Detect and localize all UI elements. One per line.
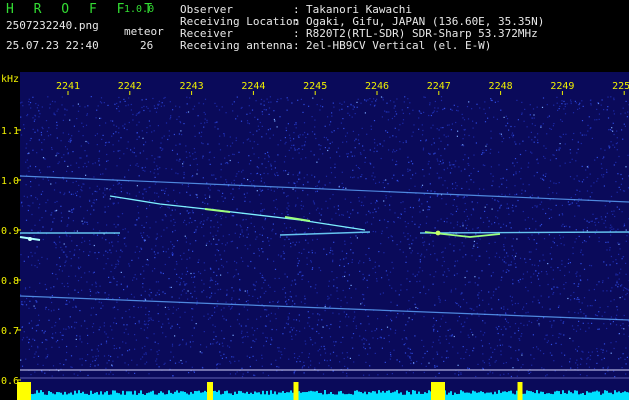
- freq-tick-label: 0.9: [1, 226, 19, 237]
- capture-date: 25.07.23 22:40: [6, 39, 99, 52]
- time-tick-label: 2243: [180, 81, 204, 92]
- time-tick-label: 2247: [427, 81, 451, 92]
- meteor-echo-point: [28, 237, 32, 241]
- info-colon: :: [293, 39, 300, 52]
- time-tick-label: 2249: [550, 81, 574, 92]
- info-label-antenna: Receiving antenna: [180, 39, 293, 52]
- meteor-echo-point: [435, 230, 441, 236]
- freq-tick-label: 0.8: [1, 276, 19, 287]
- time-tick-label: 2245: [303, 81, 327, 92]
- freq-axis: 1.1 1.0 0.9 0.8 0.7 0.6: [1, 126, 21, 387]
- freq-axis-unit: kHz: [1, 74, 19, 85]
- time-tick-label: 2241: [56, 81, 80, 92]
- freq-tick-label: 1.0: [1, 176, 19, 187]
- spectrogram: kHz 2241 2242 2243 2244 2245 2246 2247 2248 2249…: [1, 72, 629, 400]
- meteor-count: 26: [140, 39, 154, 52]
- time-tick-label: 2244: [241, 81, 265, 92]
- meteor-label: meteor: [124, 25, 164, 38]
- app-version: 1.0.0: [124, 4, 155, 15]
- file-name: 2507232240.png: [6, 19, 99, 32]
- time-tick-label: 2246: [365, 81, 389, 92]
- info-value-antenna: 2el-HB9CV Vertical (el. E-W): [306, 39, 492, 52]
- freq-tick-label: 0.7: [1, 326, 19, 337]
- freq-tick-label: 0.6: [1, 376, 19, 387]
- time-tick-label: 2248: [489, 81, 513, 92]
- freq-tick-label: 1.1: [1, 126, 19, 137]
- time-tick-label: 2242: [118, 81, 142, 92]
- header: H R O F F T 1.0.0 2507232240.png meteor …: [0, 0, 629, 72]
- time-tick-label: 2250: [612, 81, 629, 92]
